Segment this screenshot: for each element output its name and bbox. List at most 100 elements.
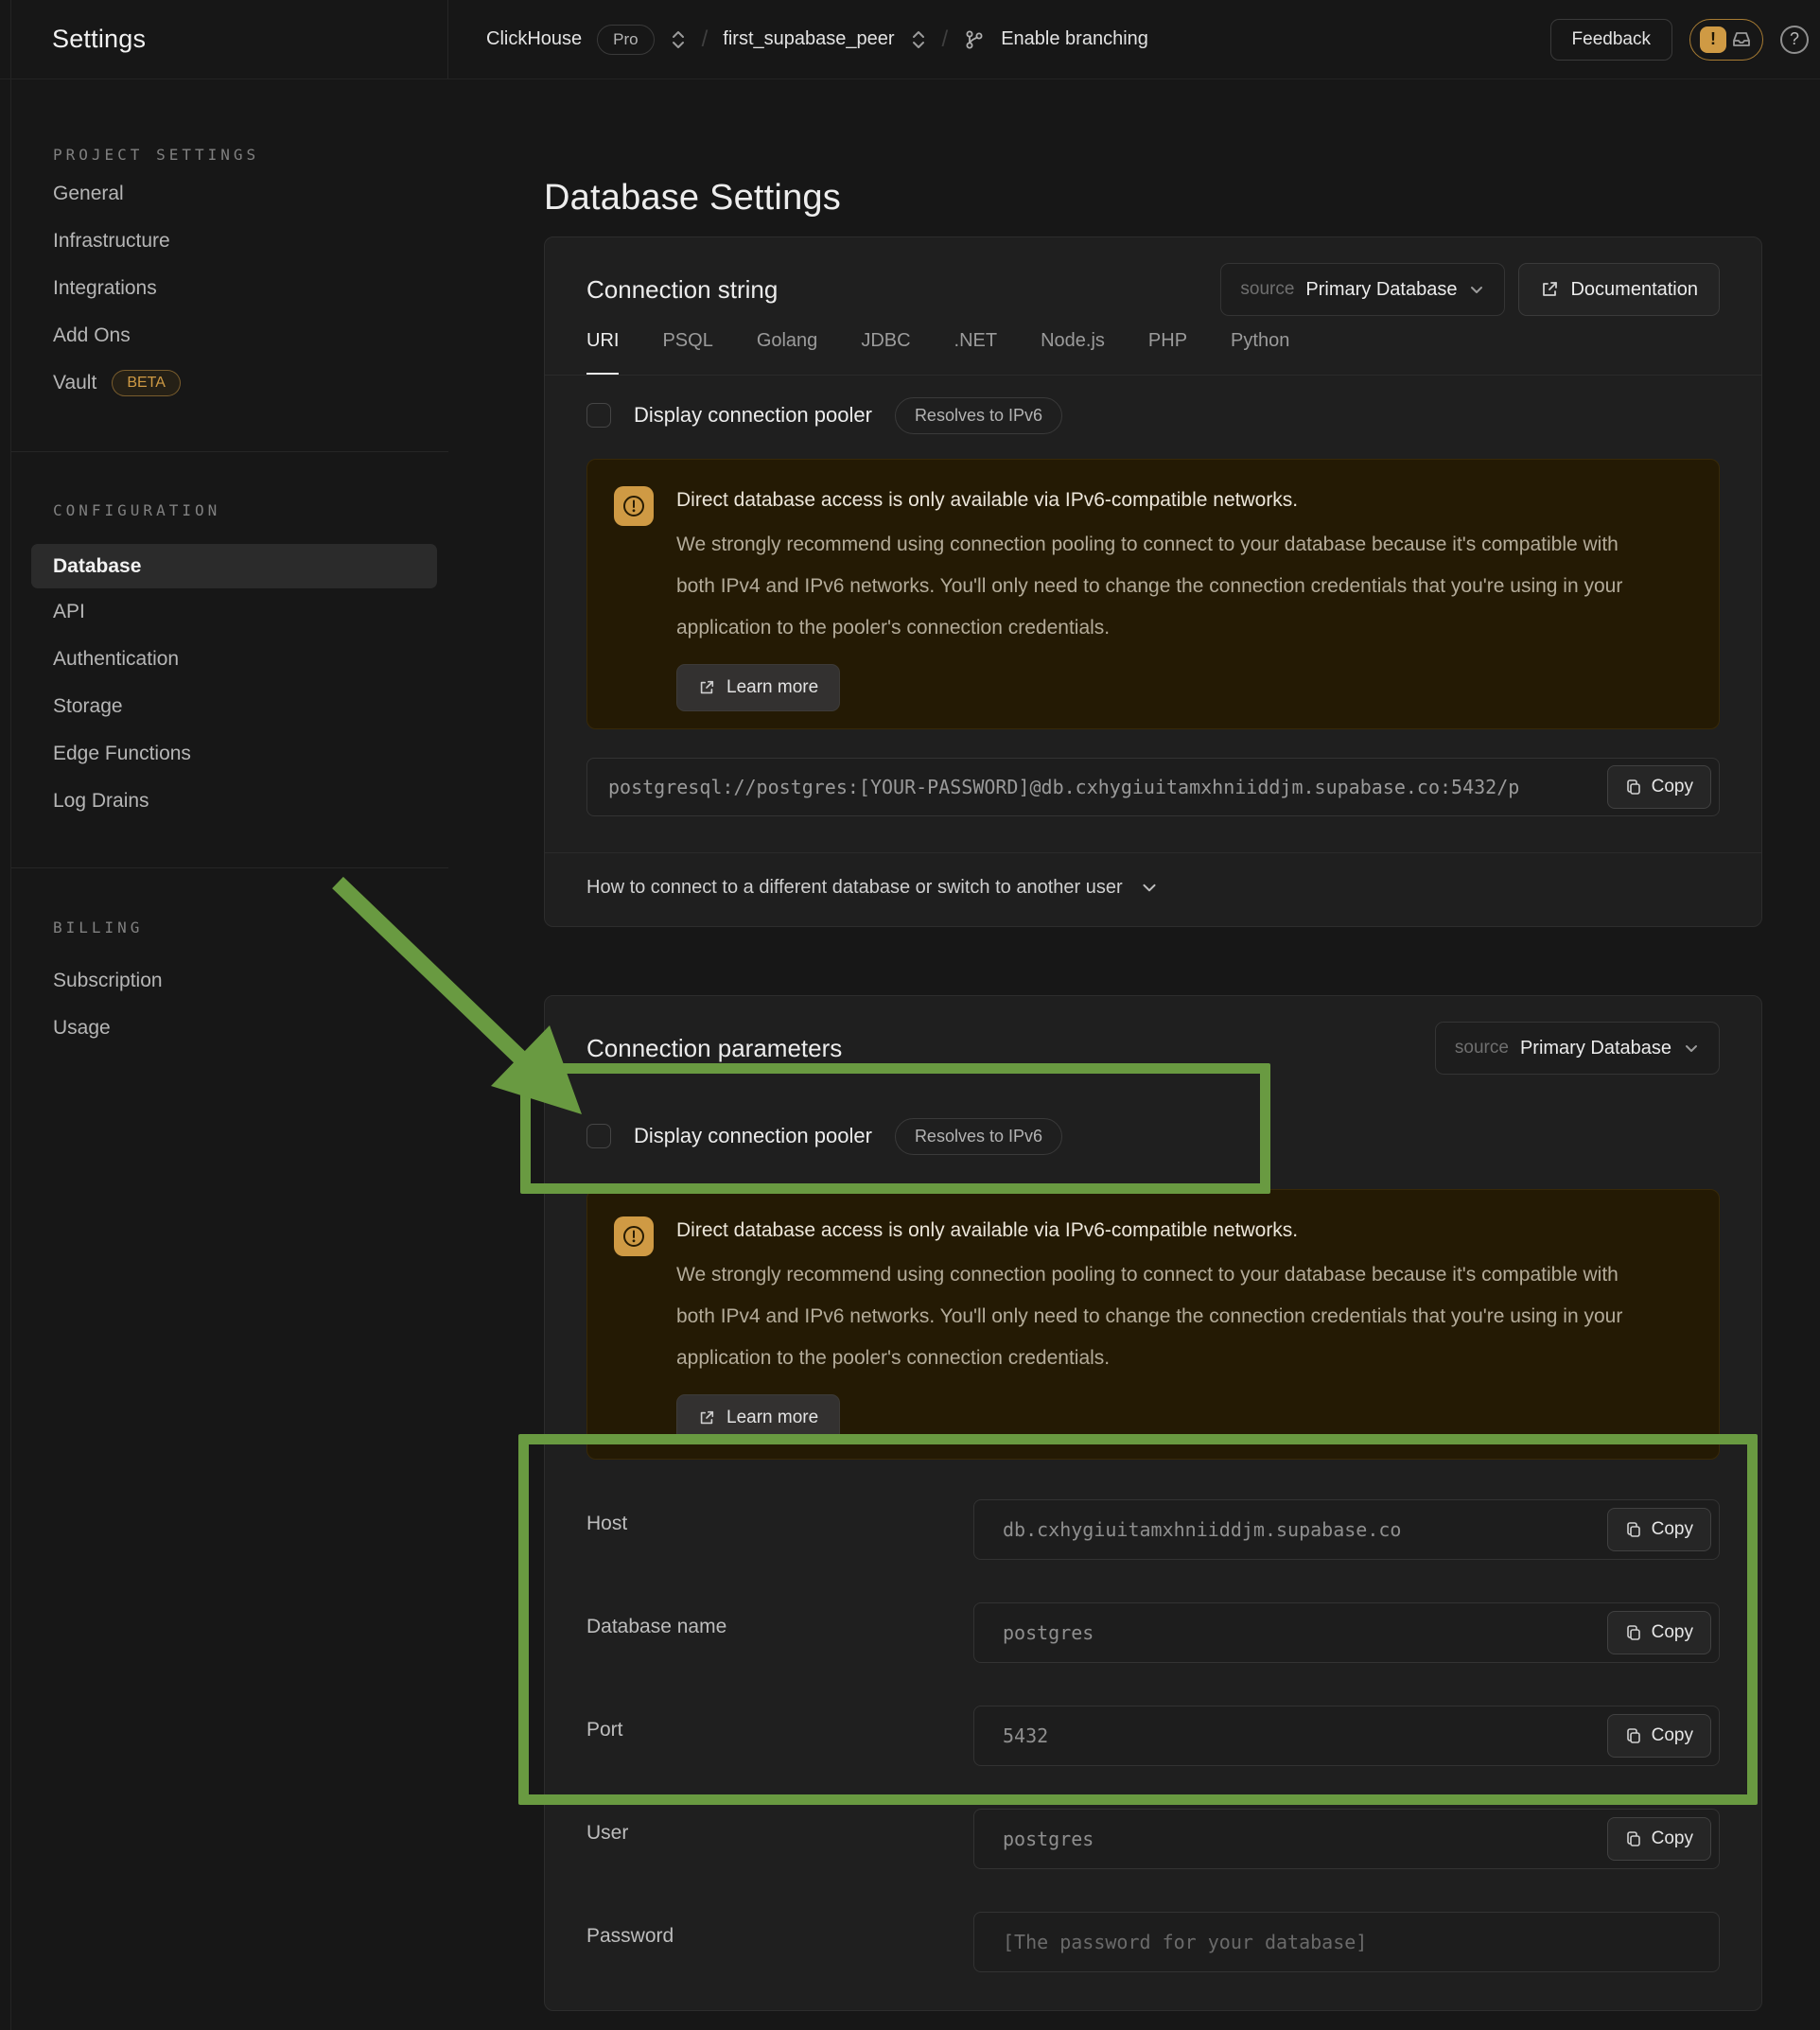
sidebar-item-api[interactable]: API [11,588,448,636]
sidebar-item-infrastructure[interactable]: Infrastructure [11,218,448,265]
enable-branching-button[interactable]: Enable branching [1001,28,1148,50]
connection-parameter-fields: Host db.cxhygiuitamxhniiddjm.supabase.co… [586,1499,1720,1972]
top-bar: Settings ClickHouse Pro / first_supabase… [0,0,1820,79]
sidebar-item-database[interactable]: Database [31,544,437,588]
settings-page: Settings ClickHouse Pro / first_supabase… [0,0,1820,2030]
feedback-button[interactable]: Feedback [1550,19,1672,61]
tab-nodejs[interactable]: Node.js [1041,323,1105,375]
pooler-label: Display connection pooler [634,403,872,428]
warning-icon: ! [1700,26,1726,53]
password-input[interactable]: [The password for your database] [973,1912,1720,1972]
source-select[interactable]: source Primary Database [1435,1022,1720,1075]
breadcrumb-divider: / [702,26,709,53]
sidebar-heading-configuration: CONFIGURATION [11,500,448,521]
learn-more-button[interactable]: Learn more [676,1394,840,1442]
sidebar-item-integrations[interactable]: Integrations [11,265,448,312]
user-label: User [586,1809,973,1869]
host-input[interactable]: db.cxhygiuitamxhniiddjm.supabase.co Copy [973,1499,1720,1560]
sidebar-divider [11,451,448,452]
sidebar-item-edge-functions[interactable]: Edge Functions [11,730,448,778]
pooler-label: Display connection pooler [634,1124,872,1148]
sidebar-heading-billing: BILLING [11,918,448,938]
connection-string-card: Connection string source Primary Databas… [544,236,1762,927]
callout-title: Direct database access is only available… [676,486,1641,515]
source-label: source [1240,279,1294,300]
sidebar-item-subscription[interactable]: Subscription [11,957,448,1005]
chevron-down-icon [1683,1040,1700,1057]
warning-icon [614,1216,654,1256]
chevrons-updown-icon[interactable] [670,29,687,50]
main-content: Database Settings Connection string sour… [448,79,1820,2030]
tab-psql[interactable]: PSQL [662,323,712,375]
project-name[interactable]: first_supabase_peer [723,28,894,50]
org-name[interactable]: ClickHouse [486,28,582,50]
copy-button[interactable]: Copy [1607,765,1711,809]
sidebar-item-storage[interactable]: Storage [11,683,448,730]
beta-badge: BETA [112,370,181,396]
ipv6-warning-callout: Direct database access is only available… [586,1189,1720,1460]
inbox-icon [1730,28,1753,51]
connection-string-tabs: URI PSQL Golang JDBC .NET Node.js PHP Py… [545,323,1761,376]
copy-button[interactable]: Copy [1607,1508,1711,1551]
tab-uri[interactable]: URI [586,323,619,375]
sidebar-heading-project-settings: PROJECT SETTINGS [11,145,448,166]
connection-string-value-box[interactable]: postgresql://postgres:[YOUR-PASSWORD]@db… [586,758,1720,816]
copy-icon [1625,1521,1642,1538]
tab-golang[interactable]: Golang [757,323,818,375]
source-select[interactable]: source Primary Database [1220,263,1505,316]
host-row: Host db.cxhygiuitamxhniiddjm.supabase.co… [586,1499,1720,1560]
page-title: Database Settings [544,175,1820,220]
connection-string-uri: postgresql://postgres:[YOUR-PASSWORD]@db… [608,776,1607,798]
database-name-label: Database name [586,1602,973,1663]
display-connection-pooler-checkbox[interactable] [586,1124,611,1148]
tab-dotnet[interactable]: .NET [954,323,998,375]
git-branch-icon [963,28,986,51]
connection-string-title: Connection string [586,275,778,305]
how-to-connect-link[interactable]: How to connect to a different database o… [586,877,1123,899]
source-label: source [1455,1038,1509,1059]
plan-badge: Pro [597,25,654,55]
sidebar-item-log-drains[interactable]: Log Drains [11,778,448,825]
callout-title: Direct database access is only available… [676,1216,1641,1245]
display-connection-pooler-checkbox[interactable] [586,403,611,428]
user-input[interactable]: postgres Copy [973,1809,1720,1869]
sidebar-item-usage[interactable]: Usage [11,1005,448,1052]
sidebar-item-general[interactable]: General [11,170,448,218]
copy-button[interactable]: Copy [1607,1817,1711,1861]
database-name-input[interactable]: postgres Copy [973,1602,1720,1663]
sidebar-item-vault[interactable]: Vault BETA [11,359,448,407]
tab-jdbc[interactable]: JDBC [861,323,910,375]
learn-more-button[interactable]: Learn more [676,664,840,711]
resolves-to-ipv6-badge: Resolves to IPv6 [895,1118,1062,1155]
notifications-button[interactable]: ! [1689,19,1763,61]
copy-icon [1625,779,1642,796]
breadcrumb-divider: / [942,26,949,53]
tab-python[interactable]: Python [1231,323,1289,375]
database-name-row: Database name postgres Copy [586,1602,1720,1663]
user-row: User postgres Copy [586,1809,1720,1869]
connection-parameters-title: Connection parameters [586,1034,842,1063]
copy-button[interactable]: Copy [1607,1611,1711,1654]
chevrons-updown-icon[interactable] [910,29,927,50]
documentation-button[interactable]: Documentation [1518,263,1720,316]
topbar-settings-section: Settings [0,0,448,79]
password-label: Password [586,1912,973,1972]
copy-icon [1625,1727,1642,1744]
external-link-icon [698,679,715,696]
source-value: Primary Database [1305,279,1457,301]
copy-button[interactable]: Copy [1607,1714,1711,1758]
sidebar-item-label: Vault [53,372,96,394]
port-row: Port 5432 Copy [586,1706,1720,1766]
tab-php[interactable]: PHP [1148,323,1187,375]
sidebar-item-authentication[interactable]: Authentication [11,636,448,683]
sidebar-item-add-ons[interactable]: Add Ons [11,312,448,359]
callout-body: We strongly recommend using connection p… [676,1254,1641,1379]
port-input[interactable]: 5432 Copy [973,1706,1720,1766]
topbar-actions: Feedback ! ? [1550,19,1820,61]
sidebar-divider [11,867,448,868]
help-icon[interactable]: ? [1780,26,1809,54]
resolves-to-ipv6-badge: Resolves to IPv6 [895,397,1062,434]
connection-parameters-card: Connection parameters source Primary Dat… [544,995,1762,2011]
chevron-down-icon[interactable] [1140,878,1159,897]
breadcrumb: ClickHouse Pro / first_supabase_peer / E… [448,25,1550,55]
